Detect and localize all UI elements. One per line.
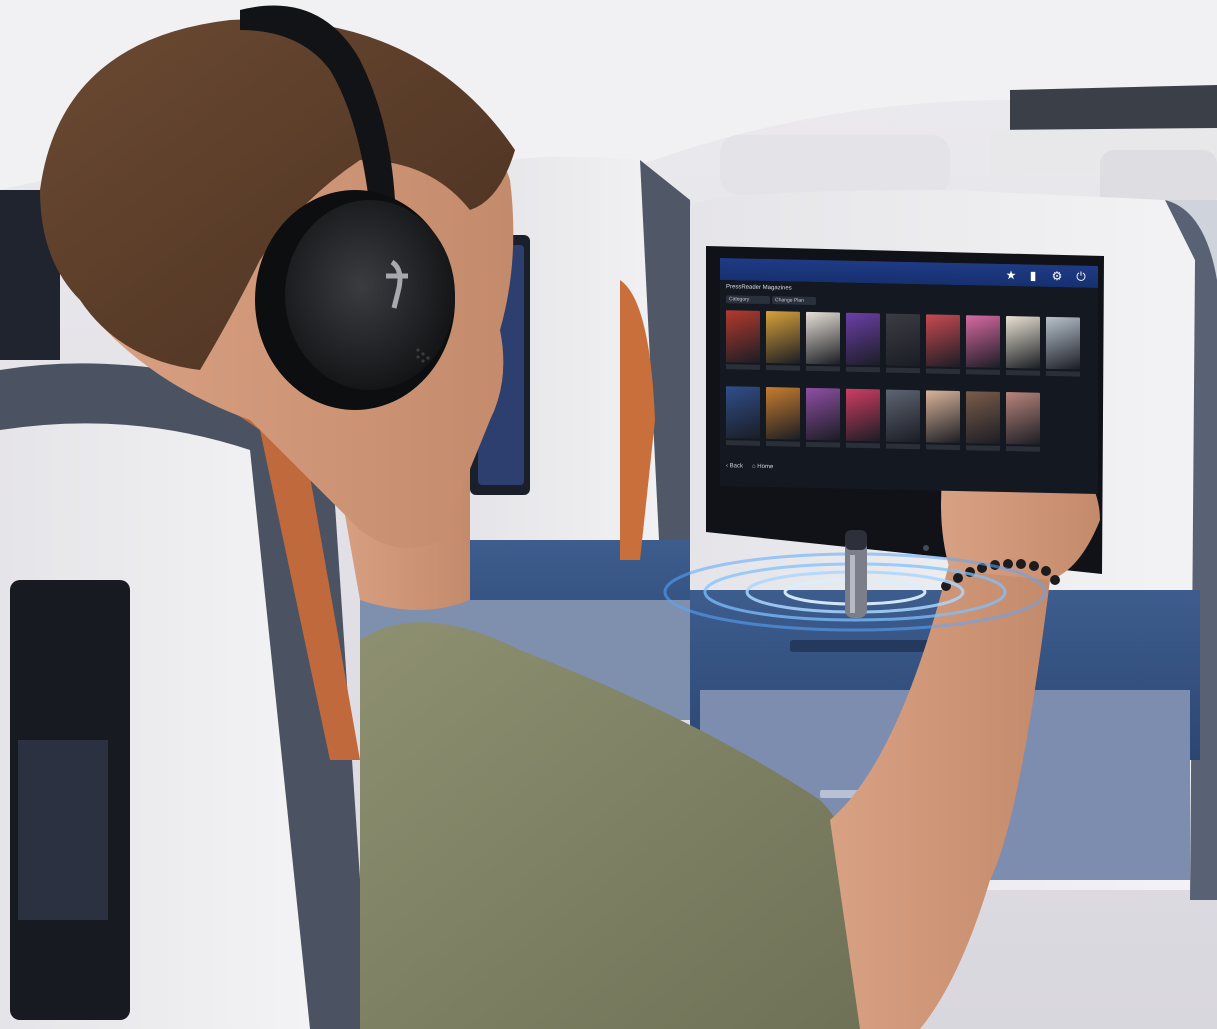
magazine-cover[interactable] [926, 314, 960, 368]
power-icon[interactable]: ⏻ [1074, 269, 1088, 284]
magazine-cover[interactable] [846, 388, 880, 442]
nav-back[interactable]: ‹ Back [726, 463, 743, 469]
magazine-cover[interactable] [726, 310, 760, 363]
filter-category[interactable]: Category [726, 295, 770, 305]
magazine-cover[interactable] [886, 389, 920, 443]
ife-heading: PressReader Magazines [726, 284, 792, 292]
magazine-cover[interactable] [806, 387, 840, 441]
filter-plan[interactable]: Change Plan [772, 296, 816, 306]
magazine-cover[interactable] [726, 386, 760, 439]
magazine-cover[interactable] [926, 390, 960, 444]
magazine-caption [1006, 370, 1040, 376]
gear-icon[interactable]: ⚙ [1050, 269, 1064, 283]
magazine-caption [926, 444, 960, 451]
cabin-scene [0, 0, 1217, 1029]
star-icon[interactable]: ★ [1004, 268, 1018, 282]
magazine-cover[interactable] [806, 311, 840, 365]
magazine-cover[interactable] [966, 391, 1000, 444]
magazine-caption [846, 442, 880, 449]
magazine-cover[interactable] [766, 387, 800, 440]
magazine-caption [726, 364, 760, 370]
magazine-caption [806, 441, 840, 448]
nav-home[interactable]: ⌂ Home [752, 464, 773, 470]
magazine-caption [726, 440, 760, 446]
magazine-caption [966, 369, 1000, 375]
magazine-cover[interactable] [1006, 316, 1040, 369]
transmitter-icon [845, 530, 867, 618]
magazine-caption [766, 441, 800, 447]
magazine-cover[interactable] [886, 313, 920, 367]
magazine-caption [966, 445, 1000, 451]
magazine-caption [886, 367, 920, 374]
magazine-cover[interactable] [966, 315, 1000, 368]
magazine-caption [886, 443, 920, 450]
magazine-caption [926, 368, 960, 375]
magazine-caption [846, 366, 880, 373]
magazine-cover[interactable] [1046, 316, 1080, 370]
nav-home-label: Home [757, 463, 774, 471]
magazine-cover[interactable] [766, 311, 800, 364]
magazine-caption [1006, 446, 1040, 452]
nav-back-label: Back [729, 463, 744, 470]
magazine-cover[interactable] [846, 312, 880, 366]
magazine-caption [806, 365, 840, 372]
info-icon[interactable]: ▮ [1026, 268, 1040, 283]
ife-screen: ★ ▮ ⚙ ⏻ PressReader Magazines Category C… [720, 258, 1098, 494]
magazine-cover[interactable] [1006, 392, 1040, 445]
magazine-caption [1046, 370, 1080, 377]
magazine-caption [766, 365, 800, 371]
ife-content: PressReader Magazines Category Change Pl… [720, 280, 1098, 494]
